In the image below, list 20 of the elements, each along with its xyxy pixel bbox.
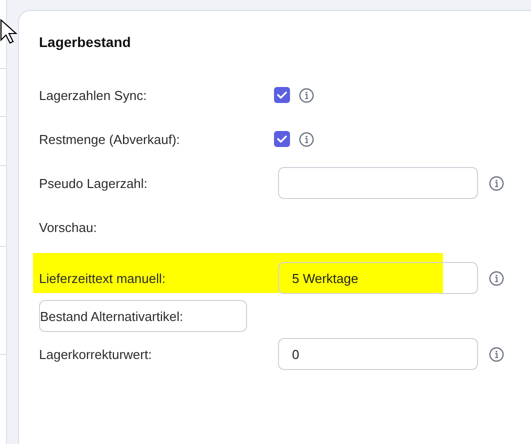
info-icon[interactable] (489, 176, 504, 190)
info-icon[interactable] (489, 270, 504, 286)
info-icon[interactable] (299, 132, 314, 146)
field-label: Lagerkorrekturwert: (39, 346, 153, 362)
check-icon (277, 135, 287, 143)
checkbox[interactable] (274, 131, 290, 147)
section-title: Lagerbestand (39, 33, 132, 52)
check-icon (277, 91, 287, 99)
field-label: Vorschau: (39, 220, 98, 234)
input-field[interactable]: 5 Werktage (278, 262, 478, 294)
info-icon[interactable] (299, 88, 314, 102)
field-label: Bestand Alternativartikel: (40, 308, 184, 324)
field-label: Restmenge (Abverkauf): (39, 132, 181, 146)
field-label: Lagerzahlen Sync: (39, 88, 148, 102)
checkbox[interactable] (274, 87, 290, 103)
field-label: Pseudo Lagerzahl: (39, 176, 148, 190)
input-field[interactable] (278, 167, 478, 199)
field-label: Lieferzeittext manuell: (39, 270, 166, 286)
info-icon[interactable] (489, 346, 504, 362)
input-field[interactable]: 0 (278, 338, 478, 370)
